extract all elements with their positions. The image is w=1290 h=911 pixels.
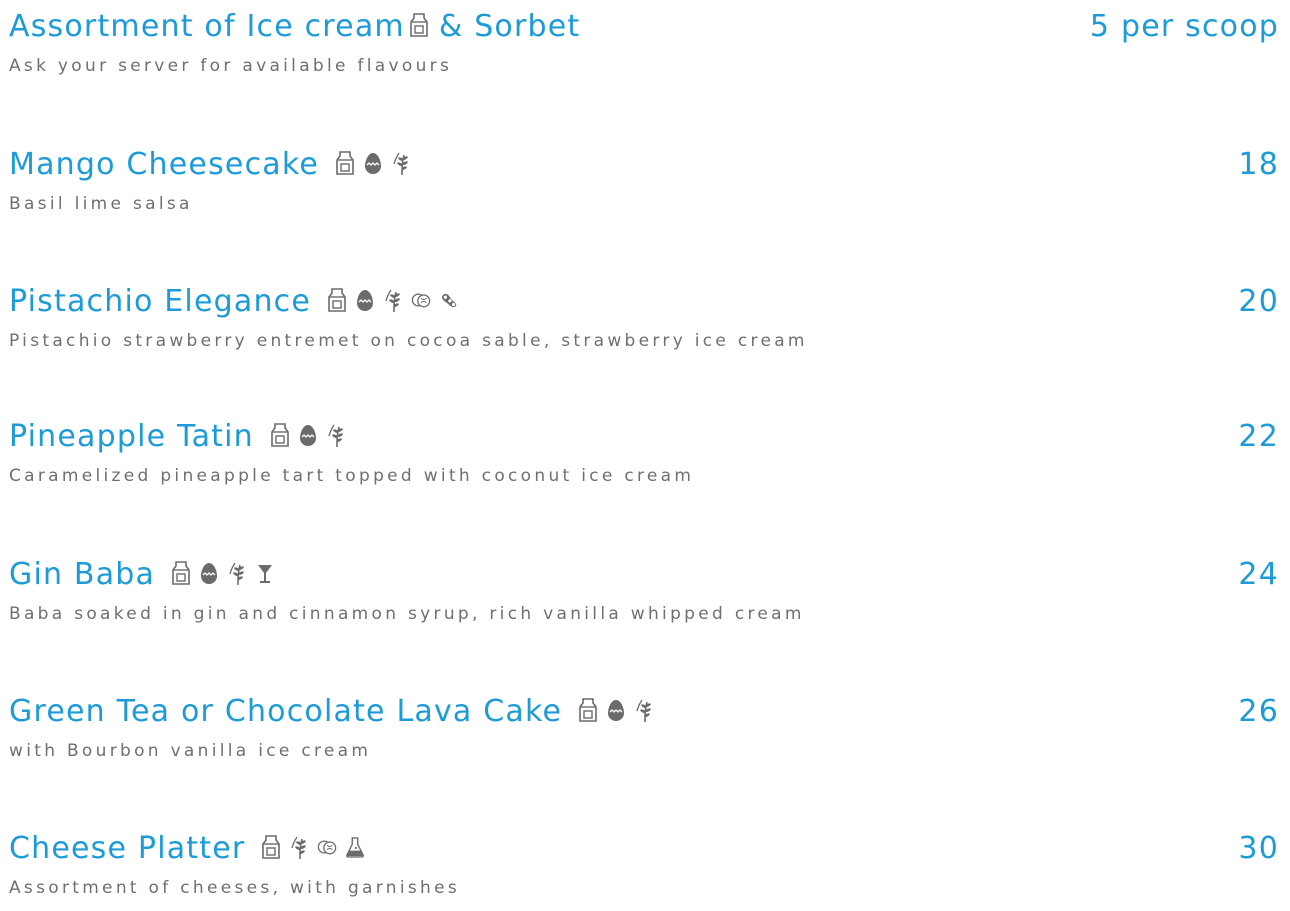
menu-item-title: Cheese Platter: [9, 826, 365, 872]
menu-item-name: Green Tea or Chocolate Lava Cake: [9, 694, 563, 729]
egg-icon: [363, 150, 383, 176]
dessert-menu: Assortment of Ice cream & Sorbet 5 per s…: [0, 0, 1290, 911]
menu-item-name: Assortment of Ice cream: [9, 9, 405, 44]
allergen-icons: [270, 422, 346, 448]
alcohol-icon: [255, 560, 275, 586]
milk-icon: [578, 697, 598, 723]
menu-item-header: Pistachio Elegance 20: [9, 279, 1279, 325]
menu-item-description: Pistachio strawberry entremet on cocoa s…: [9, 331, 808, 351]
wheat-icon: [391, 150, 411, 176]
wheat-icon: [383, 287, 403, 313]
menu-item-lava-cake: Green Tea or Chocolate Lava Cake 26 with…: [9, 689, 1279, 769]
menu-item-header: Gin Baba 24: [9, 552, 1279, 598]
wheat-icon: [227, 560, 247, 586]
menu-item-description: Basil lime salsa: [9, 194, 193, 214]
allergen-icons: [578, 697, 654, 723]
egg-icon: [199, 560, 219, 586]
menu-item-price: 22: [1238, 419, 1279, 454]
milk-icon: [270, 422, 290, 448]
menu-item-header: Mango Cheesecake 18: [9, 142, 1279, 188]
menu-item-pineapple-tatin: Pineapple Tatin 22 Caramelized pineapple…: [9, 414, 1279, 494]
allergen-icons: [327, 287, 459, 313]
menu-item-cheese-platter: Cheese Platter 30 Assortment of cheeses,…: [9, 826, 1279, 906]
milk-icon: [335, 150, 355, 176]
menu-item-title: Gin Baba: [9, 552, 275, 598]
egg-icon: [298, 422, 318, 448]
soy-icon: [439, 287, 459, 313]
menu-item-mango-cheesecake: Mango Cheesecake 18 Basil lime salsa: [9, 142, 1279, 222]
milk-icon: [409, 12, 429, 38]
flask-icon: [345, 834, 365, 860]
egg-icon: [606, 697, 626, 723]
egg-icon: [355, 287, 375, 313]
allergen-icons: [171, 560, 275, 586]
menu-item-description: Ask your server for available flavours: [9, 56, 453, 76]
menu-item-price: 30: [1238, 831, 1279, 866]
menu-item-price: 26: [1238, 694, 1279, 729]
menu-item-header: Cheese Platter 30: [9, 826, 1279, 872]
menu-item-title: Mango Cheesecake: [9, 142, 411, 188]
menu-item-price: 20: [1238, 284, 1279, 319]
menu-item-header: Pineapple Tatin 22: [9, 414, 1279, 460]
menu-item-price: 5 per scoop: [1089, 9, 1279, 44]
menu-item-header: Assortment of Ice cream & Sorbet 5 per s…: [9, 4, 1279, 50]
menu-item-name: Mango Cheesecake: [9, 147, 320, 182]
wheat-icon: [634, 697, 654, 723]
menu-item-pistachio-elegance: Pistachio Elegance 20 Pistachio strawber…: [9, 279, 1279, 359]
milk-icon: [261, 834, 281, 860]
menu-item-ice-cream-sorbet: Assortment of Ice cream & Sorbet 5 per s…: [9, 4, 1279, 84]
menu-item-name: Cheese Platter: [9, 831, 246, 866]
allergen-icons: [409, 12, 429, 38]
wheat-icon: [326, 422, 346, 448]
menu-item-gin-baba: Gin Baba 24 Baba soaked in gin and cinna…: [9, 552, 1279, 632]
milk-icon: [171, 560, 191, 586]
menu-item-title: Green Tea or Chocolate Lava Cake: [9, 689, 654, 735]
menu-item-price: 24: [1238, 557, 1279, 592]
nuts-icon: [411, 287, 431, 313]
menu-item-title: Pistachio Elegance: [9, 279, 459, 325]
menu-item-name: Pineapple Tatin: [9, 419, 254, 454]
milk-icon: [327, 287, 347, 313]
menu-item-name-suffix: & Sorbet: [438, 9, 581, 44]
menu-item-title: Pineapple Tatin: [9, 414, 346, 460]
menu-item-description: Assortment of cheeses, with garnishes: [9, 878, 460, 898]
menu-item-description: Caramelized pineapple tart topped with c…: [9, 466, 695, 486]
menu-item-description: with Bourbon vanilla ice cream: [9, 741, 372, 761]
menu-item-title: Assortment of Ice cream & Sorbet: [9, 4, 580, 50]
menu-item-header: Green Tea or Chocolate Lava Cake 26: [9, 689, 1279, 735]
menu-item-name: Gin Baba: [9, 557, 156, 592]
menu-item-description: Baba soaked in gin and cinnamon syrup, r…: [9, 604, 805, 624]
allergen-icons: [335, 150, 411, 176]
nuts-icon: [317, 834, 337, 860]
wheat-icon: [289, 834, 309, 860]
menu-item-price: 18: [1238, 147, 1279, 182]
menu-item-name: Pistachio Elegance: [9, 284, 312, 319]
allergen-icons: [261, 834, 365, 860]
